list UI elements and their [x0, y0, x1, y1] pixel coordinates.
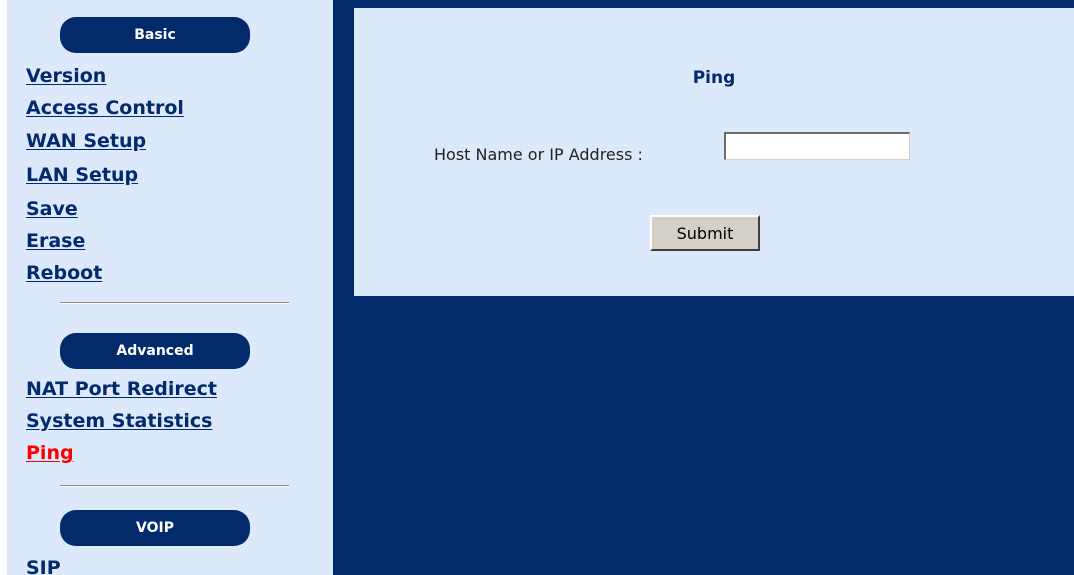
nav-link-nat-port-redirect[interactable]: NAT Port Redirect — [26, 377, 217, 401]
submit-button[interactable]: Submit — [650, 215, 760, 251]
nav-link-wan-setup[interactable]: WAN Setup — [26, 129, 146, 153]
sidebar: Basic Version Access Control WAN Setup L… — [7, 0, 333, 575]
ping-panel: Ping Host Name or IP Address : Submit — [354, 8, 1074, 296]
main-area: Ping Host Name or IP Address : Submit — [333, 0, 1074, 575]
nav-link-version[interactable]: Version — [26, 64, 106, 88]
nav-link-reboot[interactable]: Reboot — [26, 261, 102, 285]
nav-link-system-statistics[interactable]: System Statistics — [26, 409, 212, 433]
nav-link-erase[interactable]: Erase — [26, 229, 85, 253]
nav-link-ping[interactable]: Ping — [26, 441, 74, 465]
page-root: Basic Version Access Control WAN Setup L… — [0, 0, 1074, 575]
sidebar-divider — [60, 485, 289, 487]
host-input[interactable] — [724, 132, 910, 160]
nav-link-access-control[interactable]: Access Control — [26, 96, 184, 120]
section-header-advanced: Advanced — [60, 333, 250, 369]
sidebar-divider — [60, 302, 289, 304]
nav-link-save[interactable]: Save — [26, 197, 78, 221]
section-header-voip: VOIP — [60, 510, 250, 546]
host-field-label: Host Name or IP Address : — [434, 145, 643, 164]
section-header-basic: Basic — [60, 17, 250, 53]
nav-link-sip[interactable]: SIP — [26, 556, 61, 575]
nav-link-lan-setup[interactable]: LAN Setup — [26, 163, 138, 187]
page-title: Ping — [692, 68, 736, 88]
